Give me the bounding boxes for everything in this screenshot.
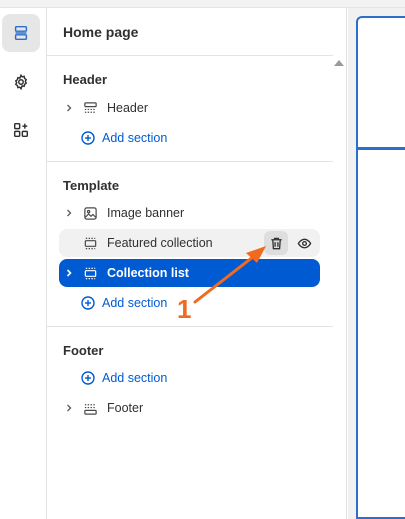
group-title-header: Header [63,72,108,87]
chevron-placeholder [61,229,77,257]
collection-section-icon [81,234,99,252]
section-row-header[interactable]: Header [59,94,320,122]
section-label: Collection list [107,266,189,280]
sections-icon [14,25,28,41]
annotation-step-number: 1 [177,294,192,324]
add-section-label: Add section [102,131,168,145]
header-section-icon [81,99,99,117]
row-actions [264,231,316,255]
section-label: Image banner [107,206,185,220]
section-label: Header [107,101,148,115]
app-embeds-button[interactable] [2,111,40,149]
section-label: Footer [107,401,144,415]
toggle-visibility-button[interactable] [292,231,316,255]
top-bar [0,0,405,8]
delete-section-button[interactable] [264,231,288,255]
add-section-label: Add section [102,296,168,310]
trash-icon [270,237,282,249]
icon-rail [0,8,47,519]
group-title-template: Template [63,178,120,193]
scroll-up-arrow[interactable] [334,60,344,66]
plus-circle-icon [81,296,95,310]
chevron-right-icon[interactable] [61,394,77,422]
theme-settings-button[interactable] [2,63,40,101]
page-title: Home page [63,24,139,40]
section-row-footer[interactable]: Footer [59,394,320,422]
chevron-right-icon[interactable] [61,259,77,287]
divider [47,326,333,327]
preview-section-highlight [356,147,405,150]
eye-icon [297,238,311,248]
preview-pane[interactable] [348,8,405,519]
chevron-right-icon[interactable] [61,199,77,227]
collection-section-icon [81,264,99,282]
add-section-footer-button[interactable]: Add section [81,366,167,390]
image-icon [81,204,99,222]
section-row-featured-collection[interactable]: Featured collection [59,229,320,257]
add-section-header-button[interactable]: Add section [81,126,167,150]
section-row-image-banner[interactable]: Image banner [59,199,320,227]
sections-panel: Home page Header Header Add section Temp… [47,8,347,519]
chevron-right-icon[interactable] [61,94,77,122]
add-section-template-button[interactable]: Add section [81,291,167,315]
footer-section-icon [81,399,99,417]
preview-frame[interactable] [356,16,405,519]
apps-icon [13,122,29,138]
plus-circle-icon [81,131,95,145]
sections-tab-button[interactable] [2,14,40,52]
group-title-footer: Footer [63,343,104,358]
plus-circle-icon [81,371,95,385]
divider [47,161,333,162]
section-row-collection-list[interactable]: Collection list [59,259,320,287]
section-label: Featured collection [107,236,213,250]
divider [47,55,333,56]
add-section-label: Add section [102,371,168,385]
gear-icon [14,73,28,91]
